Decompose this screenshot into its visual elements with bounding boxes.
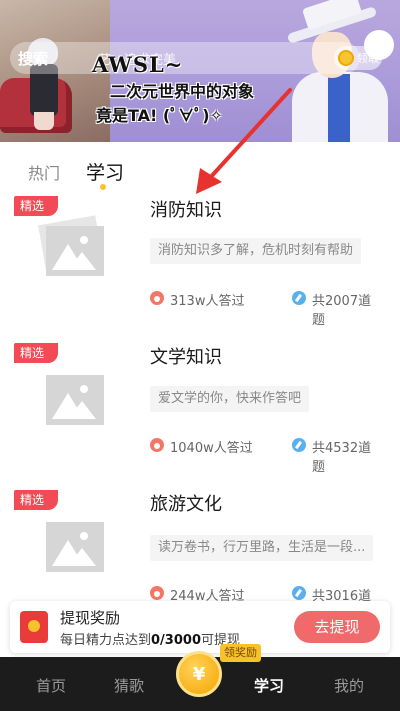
- banner-line-2: 竟是TA! (ﾟ∀ﾟ)✧: [96, 106, 223, 125]
- card-description: 读万卷书，行万里路，生活是一段...: [150, 535, 374, 561]
- claim-reward-badge[interactable]: 领奖励: [220, 644, 261, 662]
- question-count: 共2007道题: [312, 294, 372, 328]
- card-title: 文学知识: [150, 347, 222, 368]
- active-tab-indicator: [100, 184, 106, 190]
- quiz-card-1[interactable]: 精选 消防知识 消防知识多了解，危机时刻有帮助 313w人答过 共2007道题: [0, 196, 400, 336]
- featured-tag: 精选: [14, 196, 58, 216]
- banner-line-1: 二次元世界中的对象: [110, 82, 255, 101]
- center-coin-button[interactable]: ¥: [176, 651, 222, 697]
- coin-icon: [338, 50, 354, 66]
- banner-title: AWSL~: [92, 52, 184, 77]
- withdraw-button[interactable]: 去提现: [294, 611, 380, 643]
- app-screen: 搜索 艺，追求完美 领取 AWSL~ 二次元世界中的对象 竟是TA! (ﾟ∀ﾟ)…: [0, 0, 400, 711]
- reward-title: 提现奖励: [60, 609, 121, 627]
- claim-coin-button[interactable]: 领取: [334, 46, 382, 70]
- card-title: 旅游文化: [150, 494, 222, 515]
- question-count: 共4532道题: [312, 441, 372, 475]
- image-placeholder-icon: [38, 215, 108, 278]
- search-label[interactable]: 搜索: [18, 48, 48, 69]
- search-bar[interactable]: 搜索 艺，追求完美: [10, 42, 360, 74]
- nav-guess-song[interactable]: 猜歌: [114, 675, 144, 696]
- card-description: 消防知识多了解，危机时刻有帮助: [150, 238, 362, 264]
- fire-icon: [150, 291, 164, 305]
- nav-study[interactable]: 学习: [254, 675, 284, 696]
- answered-count: 1040w人答过: [170, 441, 253, 456]
- pencil-icon: [292, 586, 306, 600]
- banner[interactable]: 搜索 艺，追求完美 领取 AWSL~ 二次元世界中的对象 竟是TA! (ﾟ∀ﾟ)…: [0, 0, 400, 142]
- yuan-icon: ¥: [192, 664, 206, 685]
- card-title: 消防知识: [150, 200, 222, 221]
- tab-study[interactable]: 学习: [86, 158, 124, 185]
- answered-count: 313w人答过: [170, 294, 245, 309]
- fire-icon: [150, 438, 164, 452]
- quiz-card-2[interactable]: 精选 文学知识 爱文学的你，快来作答吧 1040w人答过 共4532道题: [0, 343, 400, 483]
- image-placeholder-icon: [40, 516, 108, 574]
- reward-progress-value: 0/3000: [151, 633, 201, 648]
- card-description: 爱文学的你，快来作答吧: [150, 386, 310, 412]
- nav-me[interactable]: 我的: [334, 675, 364, 696]
- featured-tag: 精选: [14, 343, 58, 363]
- featured-tag: 精选: [14, 490, 58, 510]
- card-meta: 1040w人答过 共4532道题: [150, 437, 382, 475]
- claim-label: 领取: [357, 52, 379, 65]
- category-tabs: 热门 学习: [0, 150, 400, 190]
- tab-hot[interactable]: 热门: [28, 160, 60, 184]
- nav-home[interactable]: 首页: [36, 675, 66, 696]
- pencil-icon: [292, 291, 306, 305]
- image-placeholder-icon: [40, 369, 108, 427]
- card-meta: 313w人答过 共2007道题: [150, 290, 382, 328]
- pencil-icon: [292, 438, 306, 452]
- fire-icon: [150, 586, 164, 600]
- reward-progress-text: 每日精力点达到0/3000可提现: [60, 633, 241, 648]
- red-envelope-icon: [20, 611, 48, 643]
- withdraw-reward-bar: 提现奖励 每日精力点达到0/3000可提现 去提现: [10, 601, 390, 653]
